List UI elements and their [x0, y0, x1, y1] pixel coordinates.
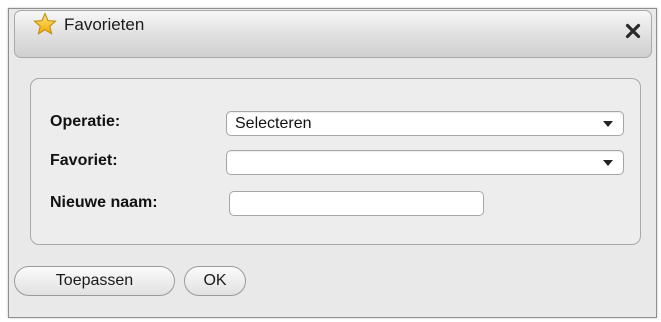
chevron-down-icon[interactable] — [603, 160, 613, 166]
operation-select[interactable]: Selecteren — [226, 111, 624, 136]
operation-select-value: Selecteren — [235, 115, 312, 132]
apply-button[interactable]: Toepassen — [14, 266, 175, 296]
new-name-label: Nieuwe naam: — [50, 194, 158, 211]
operation-label: Operatie: — [50, 113, 121, 130]
new-name-input[interactable] — [229, 191, 484, 216]
close-icon[interactable] — [624, 22, 642, 40]
ok-button[interactable]: OK — [184, 266, 246, 296]
favorite-select[interactable] — [226, 150, 624, 175]
dialog-title: Favorieten — [64, 15, 145, 34]
star-icon — [33, 12, 57, 35]
favorite-label: Favoriet: — [50, 152, 118, 169]
chevron-down-icon[interactable] — [603, 121, 613, 127]
